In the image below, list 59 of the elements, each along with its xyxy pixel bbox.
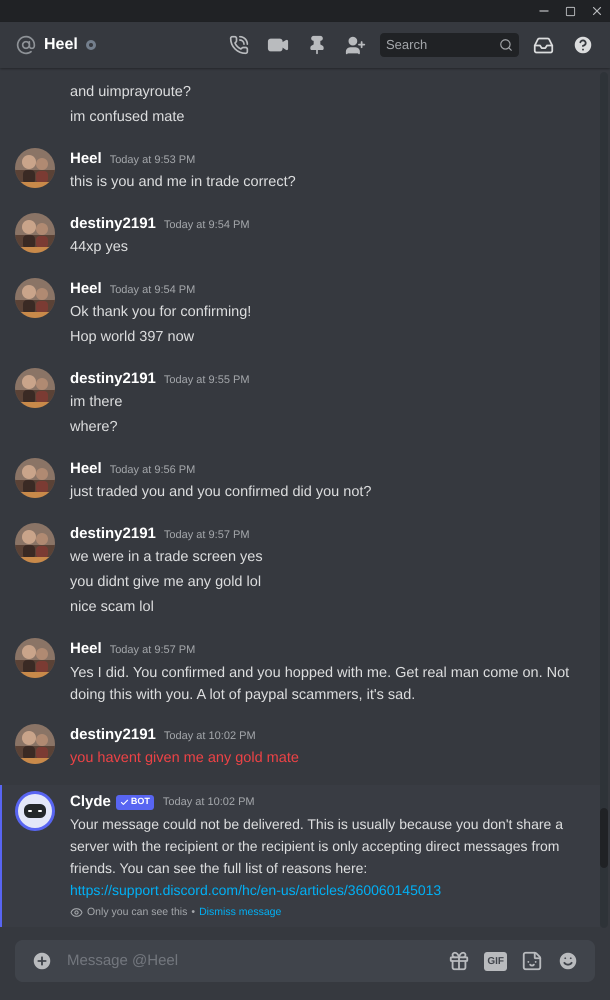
message-text: Yes I did. You confirmed and you hopped with me. Get real man come on. Not doing this with you. A lot of paypal scammers, it's sad.	[70, 664, 570, 705]
add-icon[interactable]	[31, 950, 53, 972]
support-link[interactable]: https://support.discord.com/hc/en-us/articles/360060145013	[70, 879, 588, 901]
message-text: 44xp yes	[70, 238, 130, 257]
message-text: we were in a trade screen yes	[70, 548, 263, 567]
message-text: im there	[70, 393, 124, 412]
gif-button[interactable]: GIF	[484, 952, 507, 970]
ephemeral-notice: Only you can see this	[87, 905, 188, 920]
author-name[interactable]: destiny2191	[70, 368, 156, 390]
author-name[interactable]: Heel	[70, 278, 102, 300]
message-text: Ok thank you for confirming!	[70, 303, 252, 322]
dismiss-link[interactable]: Dismiss message	[199, 905, 282, 921]
author-name[interactable]: destiny2191	[70, 724, 156, 746]
maximize-icon[interactable]	[565, 6, 576, 16]
status-icon	[86, 40, 96, 50]
message-text: im confused mate	[70, 108, 186, 127]
scrollbar[interactable]	[600, 72, 608, 928]
search-icon	[499, 38, 513, 52]
timestamp: Today at 10:02 PM	[164, 729, 256, 744]
add-friend-icon[interactable]	[345, 34, 366, 56]
bot-badge: BOT	[116, 794, 154, 810]
check-icon	[120, 798, 129, 806]
author-name[interactable]: Heel	[70, 638, 102, 660]
timestamp: Today at 9:57 PM	[164, 528, 250, 543]
message-text: where?	[70, 418, 119, 437]
author-name[interactable]: Heel	[70, 458, 102, 480]
channel-title: Heel	[44, 35, 78, 55]
message-text: Hop world 397 now	[70, 328, 196, 347]
help-icon[interactable]	[572, 34, 594, 56]
timestamp: Today at 9:53 PM	[110, 153, 196, 168]
message-text: you havent given me any gold mate	[70, 749, 299, 768]
timestamp: Today at 9:54 PM	[164, 218, 250, 233]
gift-icon[interactable]	[448, 950, 470, 972]
timestamp: Today at 9:57 PM	[110, 643, 196, 658]
timestamp: Today at 9:55 PM	[164, 373, 250, 388]
emoji-icon[interactable]	[557, 950, 579, 972]
separator: •	[191, 905, 196, 920]
close-icon[interactable]	[590, 4, 604, 18]
author-name[interactable]: Heel	[70, 148, 102, 170]
scrollbar-thumb[interactable]	[600, 808, 608, 868]
message-text: Your message could not be delivered. This is usually because you don't share a server with the recipient or the recipient is only accepting direct messages from friends. You can see the full list of reasons here:	[70, 815, 564, 878]
message-text: this is you and me in trade correct?	[70, 173, 296, 192]
timestamp: Today at 9:56 PM	[110, 463, 196, 478]
message-text: you didnt give me any gold lol	[70, 573, 262, 592]
timestamp: Today at 9:54 PM	[110, 283, 196, 298]
robot-avatar-icon	[15, 791, 55, 831]
call-icon[interactable]	[229, 35, 249, 55]
timestamp: Today at 10:02 PM	[162, 794, 255, 810]
message-text: and uimprayroute?	[70, 83, 192, 102]
message-text: just traded you and you confirmed did you not?	[70, 483, 372, 502]
inbox-icon[interactable]	[533, 34, 554, 56]
author-name[interactable]: destiny2191	[70, 213, 156, 236]
sticker-icon[interactable]	[521, 950, 543, 972]
search-field[interactable]: Search	[380, 33, 519, 57]
eye-icon	[70, 906, 83, 920]
author-name[interactable]: Clyde	[70, 790, 111, 814]
at-icon	[16, 35, 36, 55]
author-name[interactable]: destiny2191	[70, 523, 156, 546]
message-text: nice scam lol	[70, 598, 155, 617]
